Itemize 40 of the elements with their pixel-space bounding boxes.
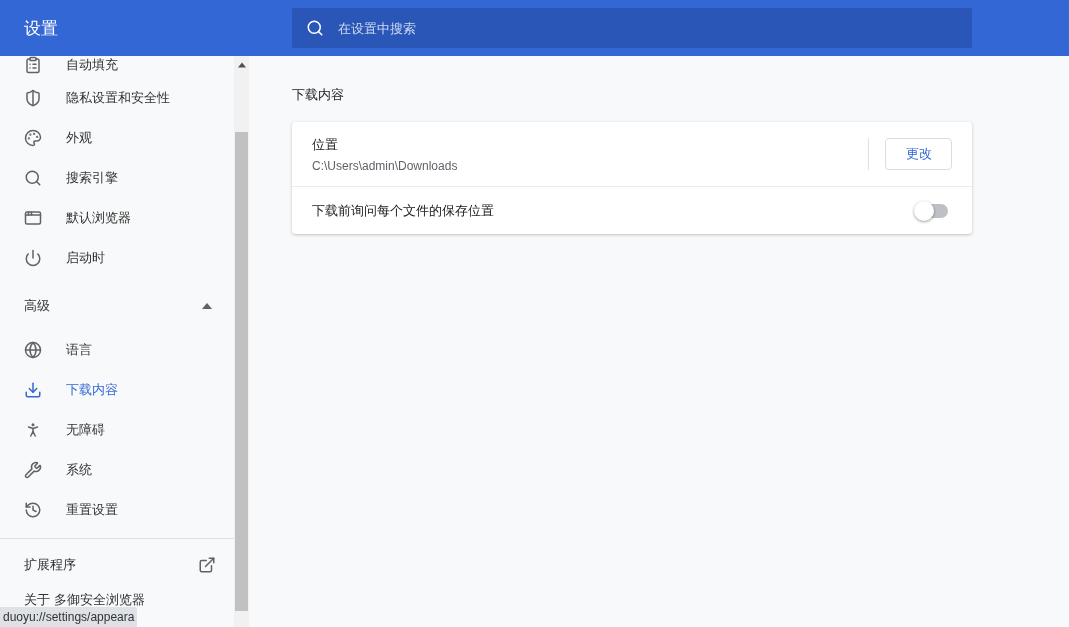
toggle-switch[interactable] [914,200,950,221]
sidebar-item[interactable]: 启动时 [0,238,234,278]
sidebar-item[interactable]: 扩展程序 [0,539,234,591]
setting-label: 下载前询问每个文件的保存位置 [312,201,495,220]
advanced-toggle[interactable]: 高级 [0,282,234,330]
palette-icon [24,129,42,147]
sidebar-item[interactable]: 隐私设置和安全性 [0,78,234,118]
caret-up-icon [202,303,212,309]
setting-value: C:\Users\admin\Downloads [312,158,459,173]
search-icon [24,169,42,187]
extensions-label: 扩展程序 [24,556,76,574]
external-link-icon [198,556,216,574]
history-icon [24,501,42,519]
sidebar-item[interactable]: 语言 [0,330,234,370]
power-icon [24,249,42,267]
sidebar-item[interactable]: 搜索引擎 [0,158,234,198]
change-button[interactable]: 更改 [885,138,952,170]
sidebar-item[interactable]: 系统 [0,450,234,490]
wrench-icon [24,461,42,479]
setting-label: 位置 [312,135,339,154]
sidebar-item[interactable]: 默认浏览器 [0,198,234,238]
search-icon [306,19,324,37]
scrollbar-thumb[interactable] [235,132,248,611]
section-title: 下载内容 [292,86,345,104]
sidebar-item[interactable]: 重置设置 [0,490,234,530]
shield-icon [24,89,42,107]
sidebar-item[interactable]: 外观 [0,118,234,158]
status-bar: duoyu://settings/appeara [0,607,138,627]
download-icon [24,381,42,399]
scroll-up-icon[interactable] [237,62,246,68]
sidebar-item[interactable]: 无障碍 [0,410,234,450]
clipboard-icon [24,56,42,74]
globe-icon [24,341,42,359]
sidebar-item[interactable]: 自动填充 [0,56,234,78]
sidebar-item[interactable]: 下载内容 [0,370,234,410]
window-icon [24,209,42,227]
section-label: 高级 [24,297,50,315]
page-title: 设置 [23,17,59,40]
sidebar-link[interactable]: 关于 多御安全浏览器 [24,591,145,609]
search-field[interactable]: 在设置中搜索 [292,8,972,48]
